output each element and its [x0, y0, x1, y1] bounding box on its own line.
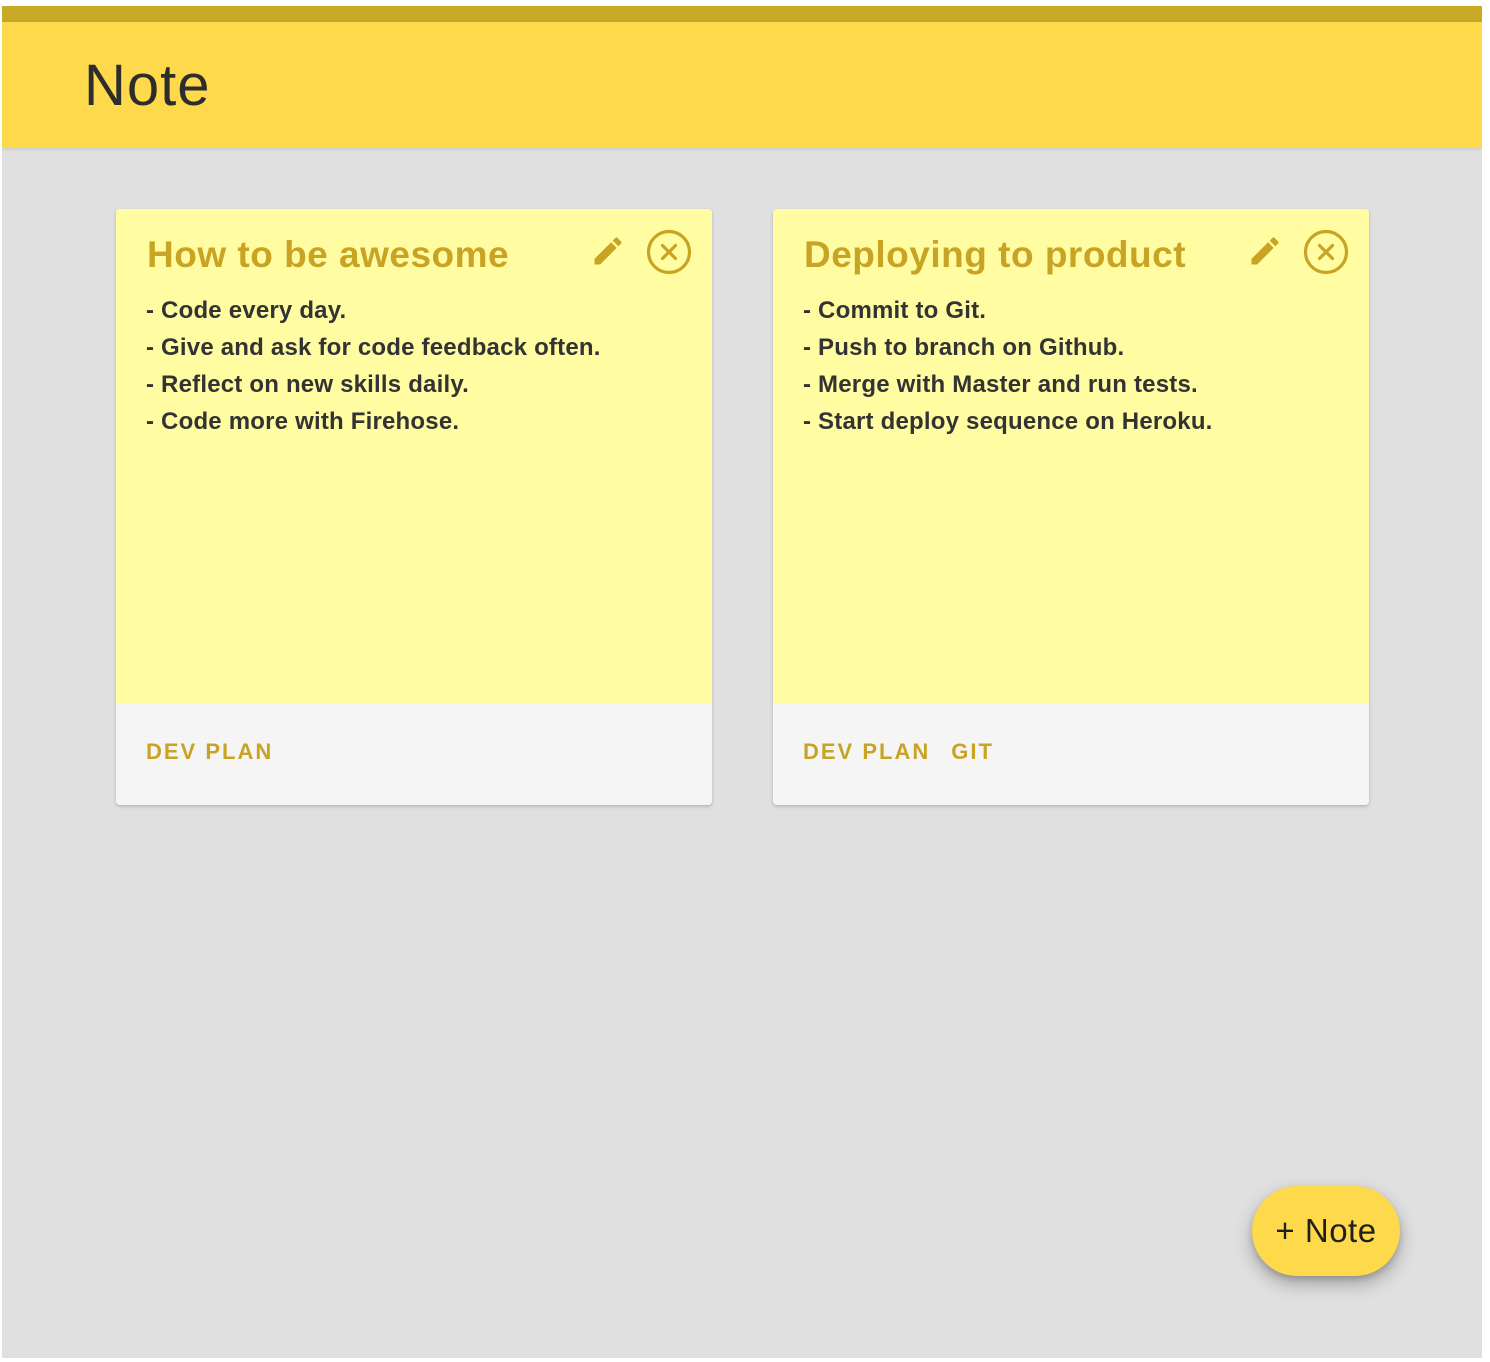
- pencil-icon: [594, 237, 622, 265]
- note-footer: DEV PLAN: [116, 703, 712, 805]
- edit-note-button[interactable]: [1247, 233, 1283, 269]
- edit-note-button[interactable]: [590, 233, 626, 269]
- note-title: Deploying to product: [804, 234, 1187, 275]
- note-line: - Give and ask for code feedback often.: [146, 334, 601, 361]
- delete-note-button[interactable]: [1302, 228, 1350, 276]
- circle-close-icon: [1303, 229, 1349, 275]
- pencil-icon: [1251, 237, 1279, 265]
- delete-note-button[interactable]: [645, 228, 693, 276]
- note-content: - Code every day. - Give and ask for cod…: [146, 292, 601, 440]
- tag-dev-plan[interactable]: DEV PLAN: [803, 739, 930, 765]
- note-card: Deploying to product - Commit to Git. - …: [773, 209, 1369, 805]
- note-line: - Reflect on new skills daily.: [146, 371, 469, 398]
- status-strip: [2, 6, 1482, 22]
- note-line: - Start deploy sequence on Heroku.: [803, 408, 1213, 435]
- note-card: How to be awesome - Code every day. - Gi…: [116, 209, 712, 805]
- note-body: How to be awesome - Code every day. - Gi…: [116, 209, 712, 703]
- note-body: Deploying to product - Commit to Git. - …: [773, 209, 1369, 703]
- note-line: - Code every day.: [146, 297, 347, 324]
- tag-list: DEV PLAN GIT: [803, 739, 994, 765]
- note-line: - Merge with Master and run tests.: [803, 371, 1198, 398]
- note-line: - Code more with Firehose.: [146, 408, 460, 435]
- app-header: Note: [2, 22, 1482, 148]
- note-content: - Commit to Git. - Push to branch on Git…: [803, 292, 1213, 440]
- note-line: - Push to branch on Github.: [803, 334, 1125, 361]
- note-title: How to be awesome: [147, 234, 510, 275]
- tag-dev-plan[interactable]: DEV PLAN: [146, 739, 273, 765]
- circle-close-icon: [646, 229, 692, 275]
- tag-git[interactable]: GIT: [951, 739, 994, 765]
- note-line: - Commit to Git.: [803, 297, 987, 324]
- add-note-button[interactable]: + Note: [1252, 1186, 1400, 1276]
- tag-list: DEV PLAN: [146, 739, 273, 765]
- app-title: Note: [84, 53, 211, 118]
- note-footer: DEV PLAN GIT: [773, 703, 1369, 805]
- app-frame: Note How to be awesome - Code every day.…: [2, 6, 1482, 1358]
